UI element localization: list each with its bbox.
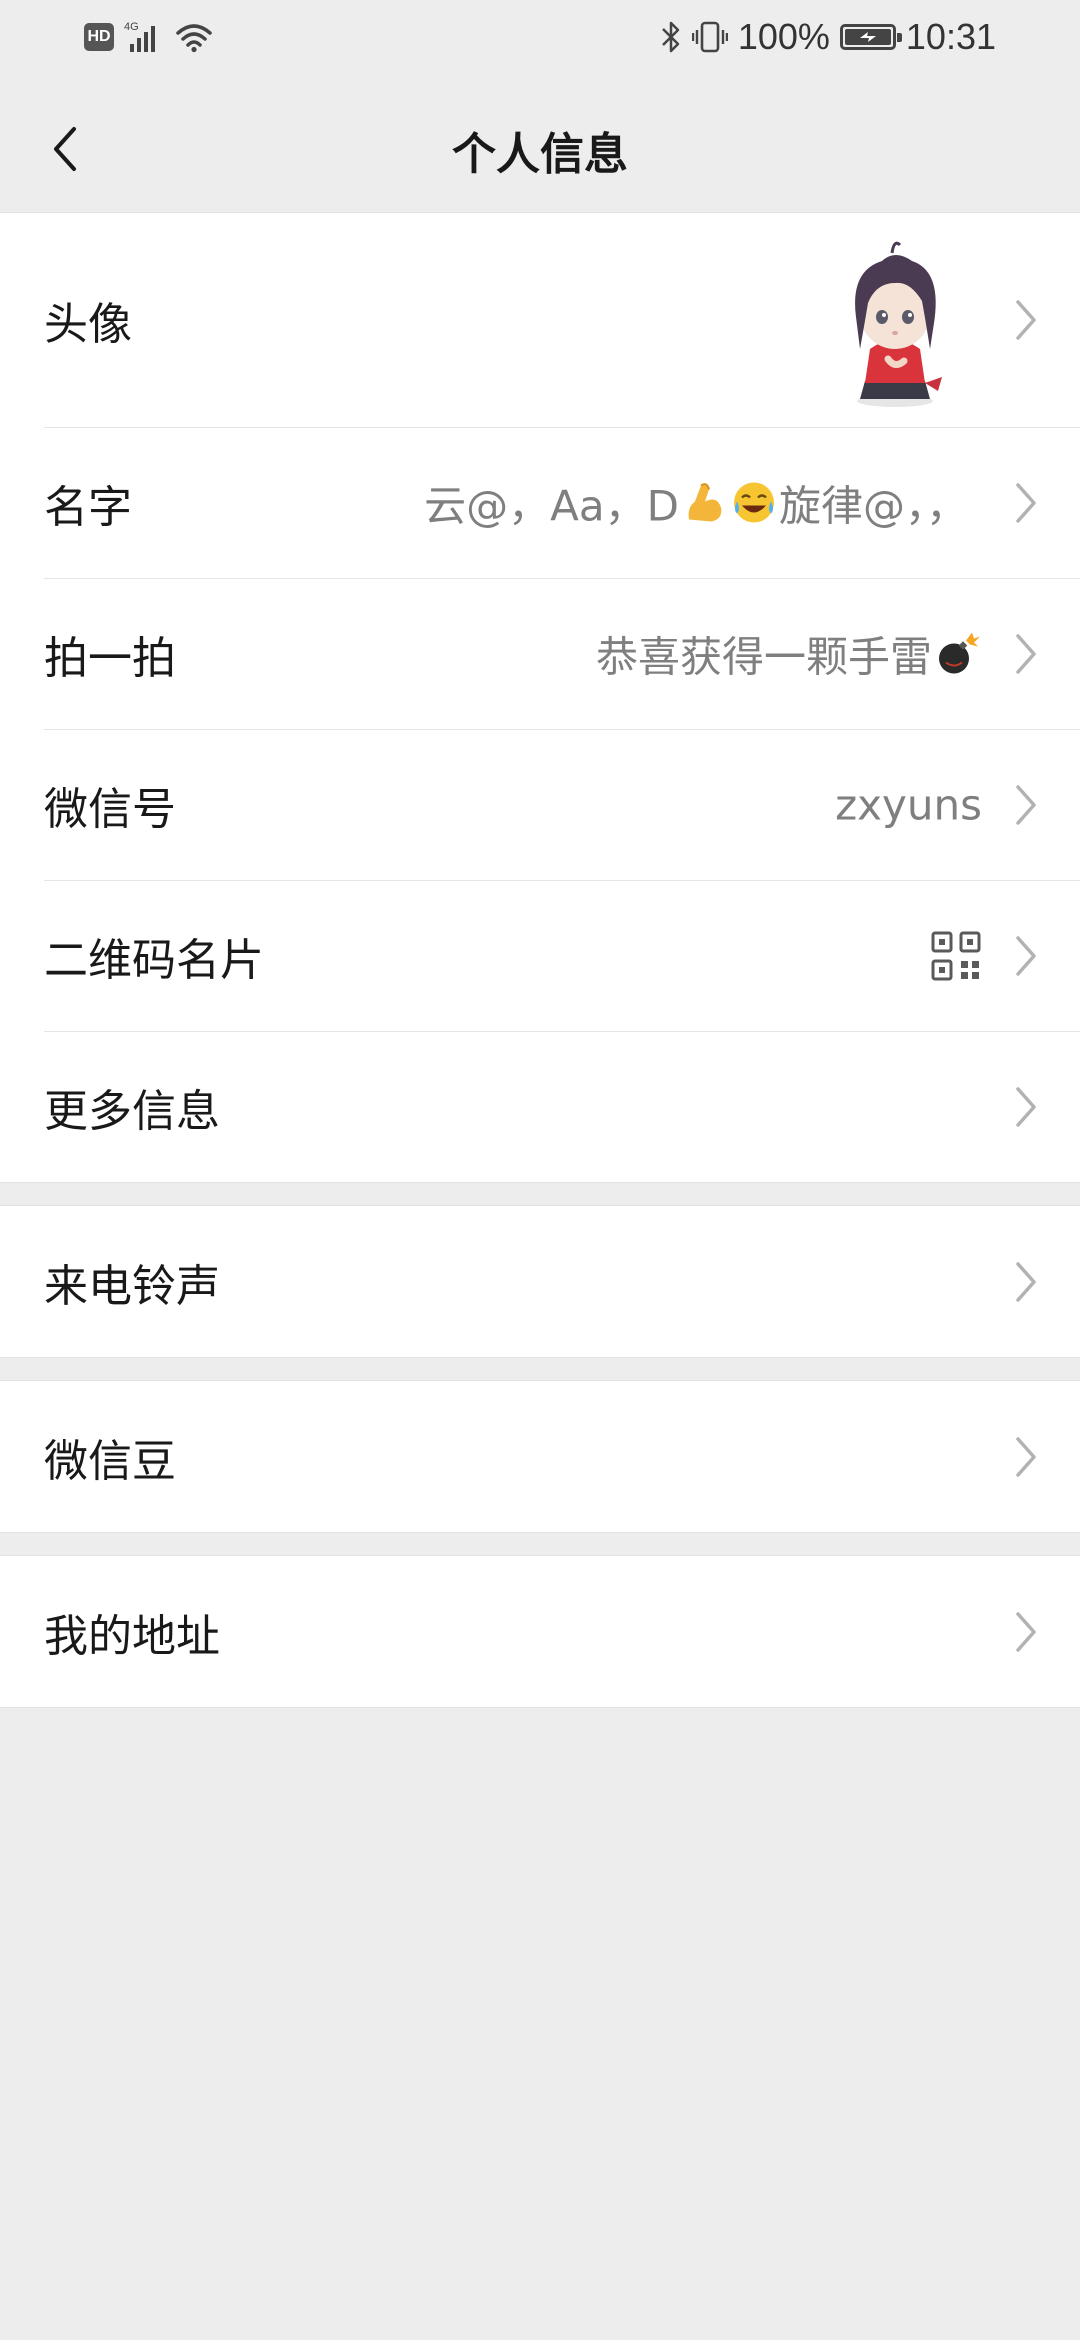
pat-row[interactable]: 拍一拍 恭喜获得一颗手雷 [0, 578, 1080, 729]
name-value-prefix: 云@，Aa，D [424, 481, 679, 530]
page-title: 个人信息 [452, 129, 628, 180]
vibrate-icon [691, 21, 728, 53]
charging-bolt-icon [859, 32, 876, 42]
settings-list: 头像 名字 云@，Aa，D 旋律@，， 拍一拍 恭喜获得一颗手雷 微信号 zxy… [0, 212, 1080, 1708]
qr-code-label: 二维码名片 [44, 934, 264, 986]
chevron-right-icon [1016, 300, 1036, 340]
address-label: 我的地址 [44, 1610, 220, 1662]
pat-value: 恭喜获得一颗手雷 [596, 623, 982, 684]
status-left: HD 4G [84, 20, 214, 54]
avatar-row[interactable]: 头像 [0, 213, 1080, 427]
qr-code-value [930, 930, 982, 982]
wechat-id-value: zxyuns [835, 780, 982, 829]
chevron-right-icon [1016, 1261, 1036, 1302]
wechat-beans-row[interactable]: 微信豆 [0, 1381, 1080, 1532]
svg-text:4G: 4G [124, 21, 139, 33]
name-value-suffix: 旋律@，， [778, 481, 968, 530]
chevron-right-icon [1016, 1611, 1036, 1652]
battery-percent: 100% [737, 16, 830, 57]
chevron-right-icon [1016, 1086, 1036, 1127]
wechat-id-label: 微信号 [44, 783, 176, 835]
status-right: 100% 10:31 [660, 16, 996, 58]
address-group: 我的地址 [0, 1555, 1080, 1708]
nav-bar: 个人信息 [0, 84, 1080, 212]
wechat-beans-label: 微信豆 [44, 1435, 176, 1487]
pat-value-text: 恭喜获得一颗手雷 [595, 632, 932, 681]
hd-badge: HD [84, 23, 114, 51]
more-info-label: 更多信息 [44, 1085, 220, 1137]
battery-icon [839, 24, 902, 50]
chevron-right-icon [1016, 784, 1036, 825]
tears-of-joy-emoji [733, 482, 774, 523]
name-row[interactable]: 名字 云@，Aa，D 旋律@，， [0, 427, 1080, 578]
ringtone-row[interactable]: 来电铃声 [0, 1206, 1080, 1357]
bomb-emoji [939, 632, 980, 674]
wechat-id-row[interactable]: 微信号 zxyuns [0, 729, 1080, 880]
chevron-right-icon [1016, 1436, 1036, 1477]
address-row[interactable]: 我的地址 [0, 1556, 1080, 1707]
avatar-label: 头像 [44, 299, 132, 350]
ringtone-group: 来电铃声 [0, 1205, 1080, 1358]
avatar [855, 241, 942, 407]
chevron-right-icon [1016, 935, 1036, 976]
pat-label: 拍一拍 [44, 632, 176, 684]
status-bar: HD 4G 100% 10:31 [0, 0, 1080, 84]
wechat-beans-group: 微信豆 [0, 1380, 1080, 1533]
ringtone-label: 来电铃声 [44, 1260, 220, 1312]
bluetooth-icon [661, 21, 680, 53]
qr-code-row[interactable]: 二维码名片 [0, 880, 1080, 1031]
cellular-signal-icon: 4G [124, 21, 155, 52]
name-value: 云@，Aa，D 旋律@，， [424, 472, 968, 533]
wifi-icon [176, 24, 212, 53]
chevron-right-icon [1016, 633, 1036, 674]
profile-group: 头像 名字 云@，Aa，D 旋律@，， 拍一拍 恭喜获得一颗手雷 微信号 zxy… [0, 212, 1080, 1183]
name-label: 名字 [44, 481, 132, 533]
more-info-row[interactable]: 更多信息 [0, 1031, 1080, 1182]
flexed-biceps-emoji [688, 483, 722, 522]
status-time: 10:31 [905, 16, 996, 57]
qr-code-icon [931, 931, 981, 980]
chevron-right-icon [1016, 482, 1036, 523]
